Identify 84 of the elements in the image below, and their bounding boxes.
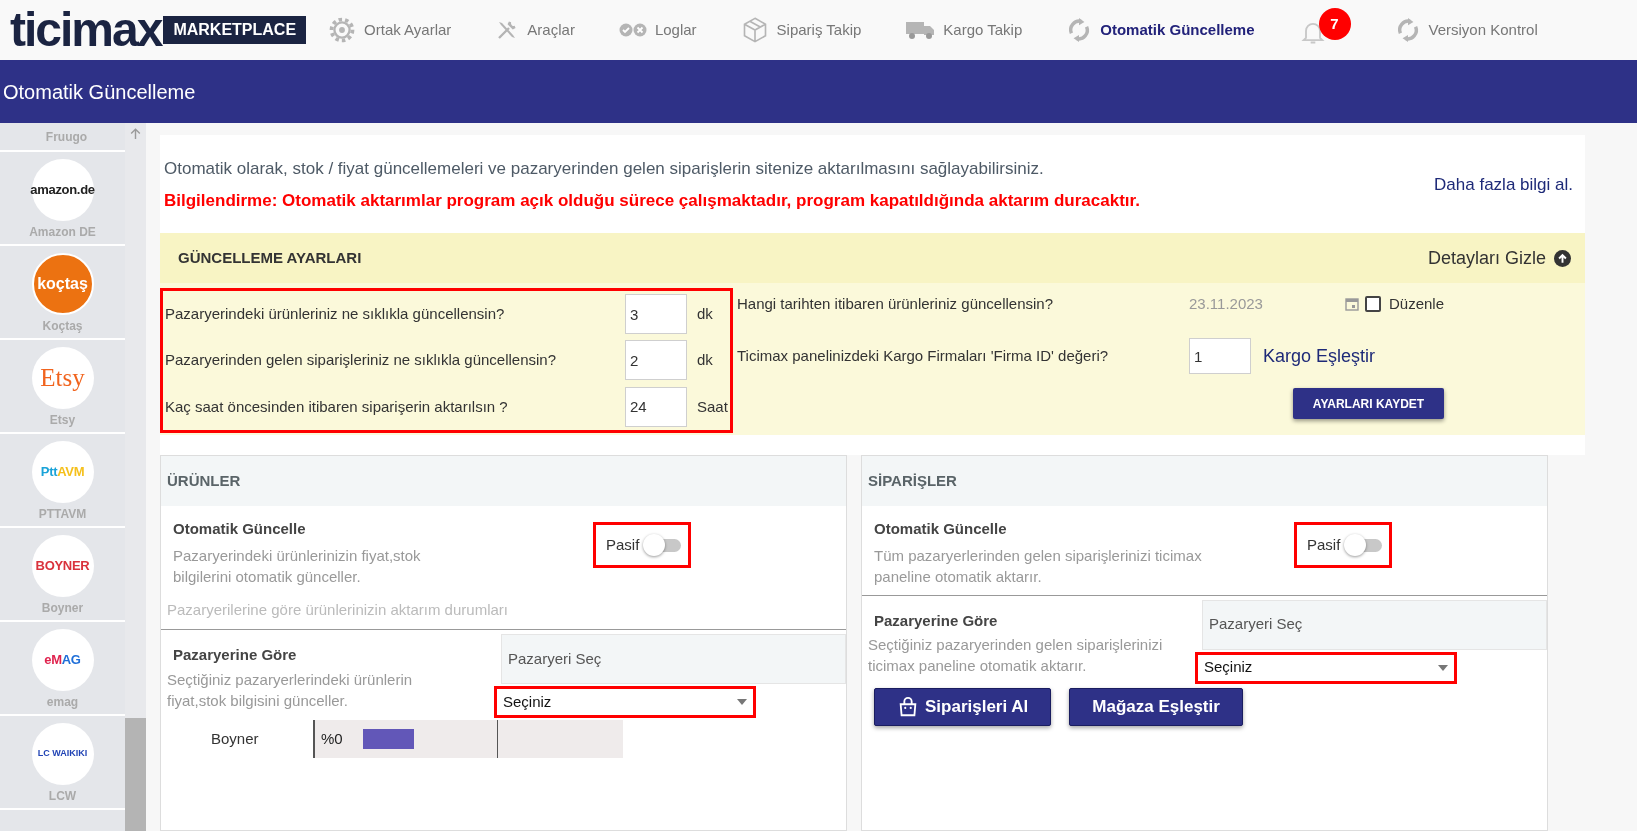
marketplace-label: Etsy bbox=[49, 412, 76, 429]
toggle-description: Pazaryerindeki ürünlerinizin fiyat,stok bilgilerini otomatik günceller. bbox=[173, 545, 422, 587]
logo-text: ticimax bbox=[10, 6, 162, 54]
section-title: Pazaryerine Göre bbox=[173, 645, 298, 665]
hide-details-link[interactable]: Detayları Gizle bbox=[1427, 244, 1546, 272]
logo-text: koçtaş bbox=[37, 274, 88, 294]
marketplace-logo[interactable]: eMAG bbox=[31, 629, 94, 691]
marketplace-label: LCW bbox=[48, 788, 77, 805]
select-header: Pazaryeri Seç bbox=[501, 634, 846, 684]
number-field[interactable]: 24 bbox=[625, 386, 687, 427]
setting-label: Pazaryerindeki ürünleriniz ne sıklıkla güncellensin? bbox=[165, 303, 506, 324]
percent-text: %0 bbox=[321, 728, 343, 749]
intro-text: Otomatik olarak, stok / fiyat güncellemeleri ve pazaryerinden gelen siparişlerin sitenize aktarılmasını sağlayabilirsiniz. bbox=[164, 158, 1045, 180]
nav-link[interactable]: Araçlar bbox=[495, 18, 575, 42]
section-title: Pazaryerine Göre bbox=[874, 610, 999, 631]
toggle-title: Otomatik Güncelle bbox=[173, 519, 307, 539]
action-button[interactable]: Mağaza Eşleştir bbox=[1069, 687, 1243, 726]
section-description: Seçtiğiniz pazaryerinden gelen siparişlerinizi ticimax paneline otomatik aktarır. bbox=[868, 635, 1164, 676]
marketplace-label: PTTAVM bbox=[38, 506, 87, 523]
dropdown[interactable]: Seçiniz bbox=[1195, 651, 1457, 684]
marketplace-label: Boyner bbox=[41, 600, 84, 617]
action-button[interactable]: Siparişleri Al bbox=[874, 687, 1052, 726]
select-header: Pazaryeri Seç bbox=[1202, 599, 1547, 650]
save-settings-button[interactable]: AYARLARI KAYDET bbox=[1293, 388, 1444, 419]
unit-label: dk bbox=[697, 303, 713, 324]
toggle-switch[interactable] bbox=[1344, 534, 1383, 556]
marketplace-name: Boyner bbox=[210, 729, 260, 749]
logo-text: PttAVM bbox=[40, 463, 85, 482]
marketplace-label: Fruugo bbox=[44, 129, 88, 146]
logo-text: LC WAIKIKI bbox=[37, 747, 88, 761]
marketplace-label: Amazon DE bbox=[29, 224, 96, 241]
nav-link[interactable]: Versiyon Kontrol bbox=[1394, 17, 1538, 43]
page-title: Otomatik Güncelleme bbox=[3, 79, 196, 105]
logo-badge: MARKETPLACE bbox=[163, 16, 307, 44]
nav-link[interactable]: Kargo Takip bbox=[905, 18, 1023, 42]
warning-text: Bilgilendirme: Otomatik aktarımlar program açık olduğu sürece çalışmaktadır, program kapatıldığında aktarım duracaktır. bbox=[164, 190, 1140, 212]
unit-label: Saat bbox=[697, 396, 728, 417]
marketplace-logo[interactable]: amazon.de bbox=[31, 159, 94, 221]
marketplace-logo[interactable]: BOYNER bbox=[31, 535, 94, 597]
toggle-title: Otomatik Güncelle bbox=[874, 519, 1008, 539]
unit-label: dk bbox=[697, 350, 713, 371]
nav-link[interactable]: Sipariş Takip bbox=[740, 16, 862, 44]
dropdown[interactable]: Seçiniz bbox=[494, 686, 756, 718]
marketplace-label: emag bbox=[46, 694, 79, 711]
bag-icon bbox=[897, 695, 919, 718]
setting-label: Ticimax panelinizdeki Kargo Firmaları 'Firma ID' değeri? bbox=[737, 345, 1110, 366]
setting-label: Hangi tarihten itibaren ürünleriniz güncellensin? bbox=[737, 293, 1055, 314]
marketplace-label: Koçtaş bbox=[42, 318, 83, 335]
checkbox-label: Düzenle bbox=[1389, 293, 1445, 314]
toggle-label: Pasif bbox=[1307, 534, 1341, 555]
collapse-up-icon[interactable] bbox=[1554, 249, 1571, 267]
setting-label: Kaç saat öncesinden itibaren siparişerin aktarılsın ? bbox=[165, 396, 509, 417]
scrollbar-thumb[interactable] bbox=[125, 718, 146, 831]
toggle-description: Tüm pazaryerlerinden gelen siparişlerinizi ticimax paneline otomatik aktarır. bbox=[874, 545, 1203, 587]
marketplace-logo[interactable]: LC WAIKIKI bbox=[31, 723, 94, 785]
panel-title: ÜRÜNLER bbox=[167, 470, 241, 491]
panel-title: SİPARİŞLER bbox=[868, 470, 957, 491]
caret-icon[interactable] bbox=[737, 699, 747, 705]
logo-text: Etsy bbox=[40, 363, 85, 394]
number-field[interactable]: 1 bbox=[1189, 338, 1251, 374]
nav-link[interactable]: Loglar bbox=[618, 18, 697, 42]
truck-icon[interactable] bbox=[905, 19, 936, 41]
toggle-label: Pasif bbox=[606, 534, 640, 555]
nav-link[interactable]: Otomatik Güncelleme bbox=[1066, 17, 1255, 43]
cargo-match-link[interactable]: Kargo Eşleştir bbox=[1263, 342, 1376, 370]
scroll-up-icon[interactable] bbox=[129, 127, 142, 140]
gear-icon[interactable] bbox=[328, 16, 357, 44]
more-info-link[interactable]: Daha fazla bilgi al. bbox=[1434, 172, 1573, 198]
section-description: Seçtiğiniz pazaryerlerindeki ürünlerin fiyat,stok bilgisini günceller. bbox=[167, 669, 414, 711]
caret-icon[interactable] bbox=[1438, 664, 1448, 671]
number-field[interactable]: 3 bbox=[625, 294, 687, 335]
number-field[interactable]: 2 bbox=[625, 340, 687, 381]
logo-text: BOYNER bbox=[35, 557, 90, 576]
logo-text: eMAG bbox=[44, 651, 81, 670]
check-x-icon[interactable] bbox=[618, 23, 647, 37]
status-block bbox=[362, 729, 414, 749]
scrollbar[interactable] bbox=[125, 123, 146, 831]
nav-link[interactable]: Ortak Ayarlar bbox=[328, 16, 452, 44]
setting-label: Pazaryerinden gelen siparişleriniz ne sıklıkla güncellensin? bbox=[165, 350, 558, 371]
settings-title: GÜNCELLEME AYARLARI bbox=[178, 247, 362, 268]
toggle-switch[interactable] bbox=[643, 534, 682, 556]
logo-text: amazon.de bbox=[30, 181, 95, 200]
status-note: Pazaryerilerine göre ürünlerinizin aktarım durumları bbox=[166, 599, 509, 620]
notification-badge: 7 bbox=[1318, 8, 1351, 40]
